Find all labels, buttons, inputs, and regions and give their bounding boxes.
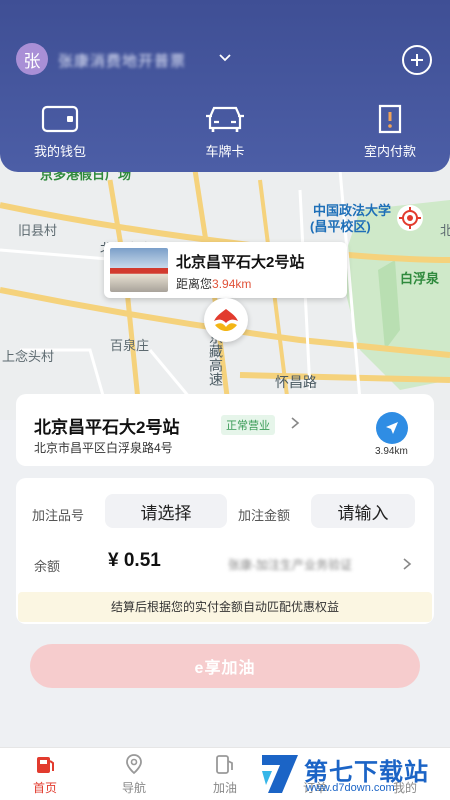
wallet-icon	[41, 105, 79, 133]
balance-value: ¥ 0.51	[108, 550, 161, 571]
quick-plate-label: 车牌卡	[205, 144, 245, 159]
tab-home-label: 首页	[32, 781, 57, 795]
map-label-huairoad: 怀昌路	[275, 374, 317, 390]
discount-notice: 结算后根据您的实付金额自动匹配优惠权益	[18, 592, 432, 622]
account-name[interactable]: 张康消费地开普票	[58, 50, 186, 71]
station-popup[interactable]: 北京昌平石大2号站 距离您3.94km	[104, 242, 347, 298]
navigate-distance: 3.94km	[375, 446, 408, 457]
status-badge: 正常营业	[221, 415, 275, 435]
watermark-logo-icon	[262, 755, 298, 793]
station-address: 北京市昌平区白浮泉路4号	[34, 441, 173, 455]
tab-refuel[interactable]: 加油	[195, 752, 255, 796]
car-icon	[206, 106, 244, 132]
account-header: 张 张康消费地开普票 我的钱包 车牌卡 室内付款	[0, 0, 450, 172]
station-name: 北京昌平石大2号站	[34, 418, 180, 437]
quick-indoor-label: 室内付款	[363, 144, 416, 159]
payment-doc-icon	[378, 104, 402, 134]
balance-label: 余额	[34, 559, 61, 574]
chevron-down-icon[interactable]	[218, 51, 232, 65]
fuel-pump-icon	[216, 755, 233, 774]
tab-home[interactable]: 首页	[15, 752, 75, 796]
navigate-button[interactable]	[376, 412, 408, 444]
map-label-north: 北	[440, 223, 450, 238]
popup-distance: 距离您3.94km	[176, 277, 252, 291]
navigation-arrow-icon	[386, 422, 398, 434]
watermark-url: www.d7down.com	[306, 782, 395, 794]
map-label-nianshantou: 上念头村	[2, 349, 55, 364]
fuel-type-label: 加注品号	[32, 508, 85, 523]
sinopec-logo-icon	[214, 309, 238, 331]
popup-station-name: 北京昌平石大2号站	[176, 254, 305, 271]
chevron-right-icon[interactable]	[290, 416, 300, 430]
chevron-right-icon[interactable]	[402, 557, 412, 571]
amount-label: 加注金额	[238, 508, 291, 523]
quick-plate-card[interactable]: 车牌卡	[165, 102, 285, 160]
location-icon	[126, 754, 142, 775]
card-name[interactable]: 张康-加注生产业务验证	[228, 556, 352, 573]
avatar[interactable]: 张	[16, 43, 48, 75]
map-label-school-sub: (昌平校区)	[310, 219, 371, 234]
e-refuel-button[interactable]: e享加油	[30, 644, 420, 688]
locate-icon[interactable]	[396, 204, 424, 232]
home-icon	[37, 757, 54, 773]
plus-icon	[411, 54, 423, 66]
quick-indoor-pay[interactable]: 室内付款	[330, 102, 450, 160]
tab-refuel-label: 加油	[212, 781, 237, 795]
tab-navigate[interactable]: 导航	[104, 752, 164, 796]
map-label-baifuquan: 白浮泉	[400, 271, 440, 286]
map-label-baiquanzhuang: 百泉庄	[110, 338, 150, 353]
map-label-village: 旧县村	[18, 223, 58, 238]
station-photo	[110, 248, 168, 292]
station-card[interactable]: 北京昌平石大2号站 正常营业 北京市昌平区白浮泉路4号 3.94km	[16, 394, 434, 466]
station-pin[interactable]	[204, 298, 248, 342]
tab-navigate-label: 导航	[121, 781, 146, 795]
fuel-type-select[interactable]: 请选择	[105, 494, 227, 528]
quick-wallet[interactable]: 我的钱包	[0, 102, 120, 160]
site-watermark: 第七下载站 www.d7down.com	[256, 748, 450, 800]
quick-wallet-label: 我的钱包	[33, 144, 86, 159]
add-button[interactable]	[402, 45, 432, 75]
amount-input[interactable]: 请输入	[311, 494, 415, 528]
